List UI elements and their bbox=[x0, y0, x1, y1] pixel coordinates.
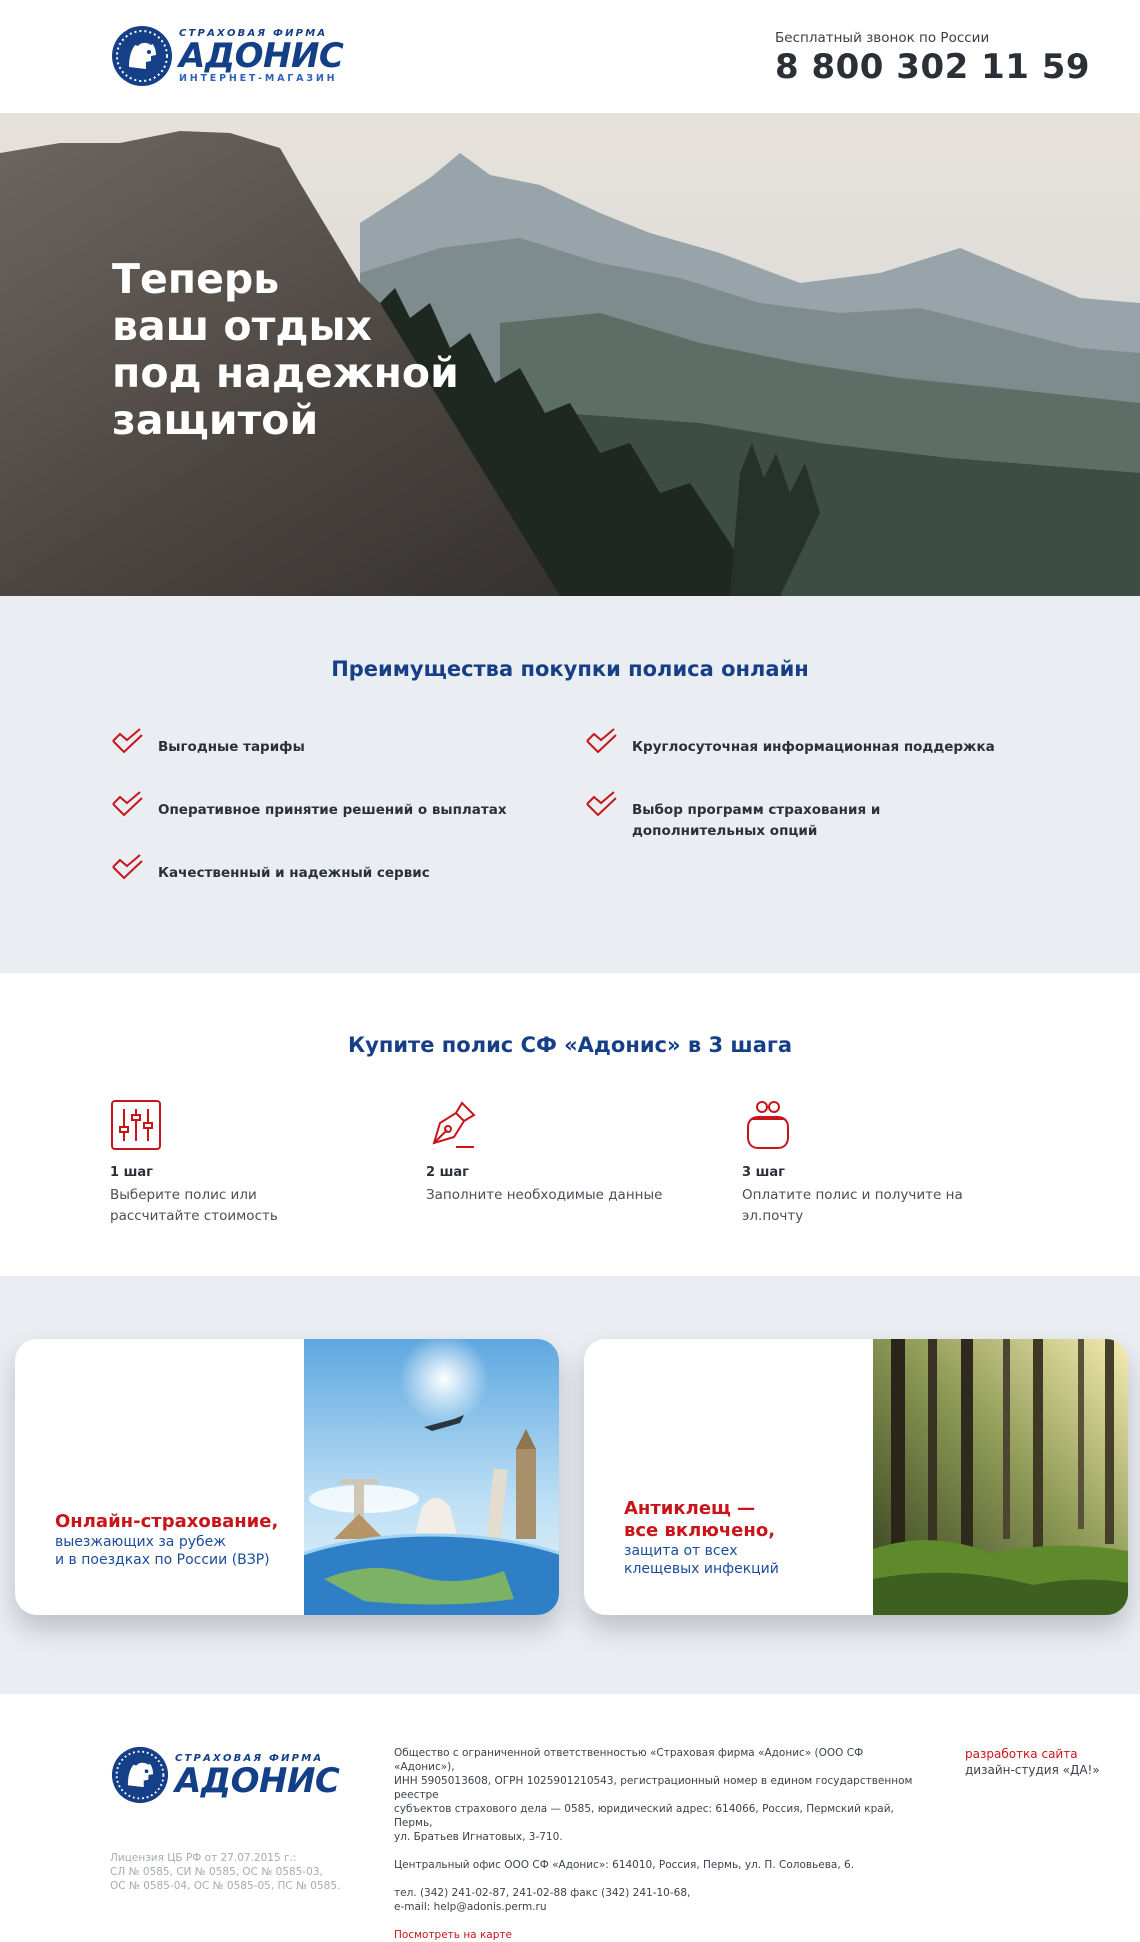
step-item: 3 шаг Оплатите полис и получите на эл.по… bbox=[742, 1099, 1022, 1227]
check-heart-icon bbox=[586, 728, 617, 754]
advantage-label: Выгодные тарифы bbox=[158, 739, 305, 755]
footer-logo[interactable]: СТРАХОВАЯ ФИРМА АДОНИС bbox=[111, 1746, 340, 1804]
advantages-title: Преимущества покупки полиса онлайн bbox=[331, 657, 809, 681]
advantage-item: Оперативное принятие решений о выплатах bbox=[110, 790, 538, 821]
hero-title-line: защитой bbox=[112, 396, 319, 444]
step-item: 1 шаг Выберите полис или рассчитайте сто… bbox=[110, 1099, 390, 1227]
site-header: СТРАХОВАЯ ФИРМА АДОНИС ИНТЕРНЕТ-МАГАЗИН … bbox=[0, 0, 1140, 113]
step-text: Заполните необходимые данные bbox=[426, 1187, 663, 1203]
step-text: Выберите полис или рассчитайте стоимость bbox=[110, 1187, 278, 1224]
step-number: 3 шаг bbox=[742, 1165, 785, 1180]
company-line: субъектов страхового дела — 0585, юридич… bbox=[394, 1803, 894, 1829]
product-card-travel[interactable]: Онлайн-страхование, выезжающих за рубеж … bbox=[15, 1339, 559, 1615]
check-heart-icon bbox=[112, 854, 143, 880]
contact-email[interactable]: e-mail: help@adonis.perm.ru bbox=[394, 1900, 914, 1914]
company-legal: Общество с ограниченной ответственностью… bbox=[394, 1746, 914, 1844]
logo-subtitle: ИНТЕРНЕТ-МАГАЗИН bbox=[179, 73, 338, 84]
developer-link[interactable]: разработка сайта bbox=[965, 1746, 1100, 1762]
phone-caption: Бесплатный звонок по России bbox=[775, 30, 990, 46]
travel-landmarks-image bbox=[304, 1339, 559, 1615]
site-footer: СТРАХОВАЯ ФИРМА АДОНИС Лицензия ЦБ РФ от… bbox=[0, 1694, 1140, 1941]
hero-title-line: ваш отдых bbox=[112, 302, 372, 350]
steps-section: Купите полис СФ «Адонис» в 3 шага 1 шаг … bbox=[0, 973, 1140, 1276]
step-number: 2 шаг bbox=[426, 1165, 469, 1180]
logo-name: АДОНИС bbox=[179, 36, 344, 76]
advantage-label: Круглосуточная информационная поддержка bbox=[632, 739, 995, 755]
hero-title-line: Теперь bbox=[112, 255, 280, 303]
sliders-icon bbox=[111, 1100, 161, 1150]
advantage-label: Выбор программ страхования и дополнитель… bbox=[632, 802, 881, 839]
pen-icon bbox=[432, 1101, 476, 1148]
company-line: Общество с ограниченной ответственностью… bbox=[394, 1747, 864, 1773]
advantage-item: Выгодные тарифы bbox=[110, 727, 538, 758]
company-info: Общество с ограниченной ответственностью… bbox=[394, 1746, 914, 1942]
map-link[interactable]: Посмотреть на карте bbox=[394, 1928, 914, 1942]
card-subtitle: выезжающих за рубеж bbox=[55, 1534, 226, 1550]
card-title: все включено, bbox=[624, 1520, 776, 1541]
phone-block: Бесплатный звонок по России 8 800 302 11… bbox=[775, 30, 1090, 87]
company-line: ИНН 5905013608, ОГРН 1025901210543, реги… bbox=[394, 1775, 913, 1801]
card-title: Онлайн-страхование, bbox=[55, 1511, 279, 1532]
card-text: Онлайн-страхование, выезжающих за рубеж … bbox=[55, 1511, 278, 1569]
sunlit-forest-image bbox=[873, 1339, 1128, 1615]
check-heart-icon bbox=[112, 791, 143, 817]
card-subtitle: и в поездках по России (ВЗР) bbox=[55, 1552, 270, 1568]
product-card-tick[interactable]: Антиклещ — все включено, защита от всех … bbox=[584, 1339, 1128, 1615]
developer-credit: разработка сайта дизайн-студия «ДА!» bbox=[965, 1746, 1100, 1778]
advantage-label: Качественный и надежный сервис bbox=[158, 865, 430, 881]
phone-number-link[interactable]: 8 800 302 11 59 bbox=[775, 47, 1090, 87]
site-logo[interactable]: СТРАХОВАЯ ФИРМА АДОНИС ИНТЕРНЕТ-МАГАЗИН bbox=[111, 25, 344, 87]
license-info: Лицензия ЦБ РФ от 27.07.2015 г.: СЛ № 05… bbox=[110, 1851, 360, 1893]
contact-phones: тел. (342) 241-02-87, 241-02-88 факс (34… bbox=[394, 1887, 691, 1899]
helmet-emblem-icon bbox=[112, 26, 172, 86]
check-heart-icon bbox=[586, 791, 617, 817]
hero-banner: Теперь ваш отдых под надежной защитой bbox=[0, 113, 1140, 596]
developer-studio: дизайн-студия «ДА!» bbox=[965, 1763, 1100, 1777]
license-line: ОС № 0585-04, ОС № 0585-05, ПС № 0585. bbox=[110, 1880, 341, 1892]
advantages-section: Преимущества покупки полиса онлайн Выгод… bbox=[0, 596, 1140, 973]
hero-title-line: под надежной bbox=[112, 349, 459, 397]
step-number: 1 шаг bbox=[110, 1165, 153, 1180]
wallet-icon bbox=[747, 1101, 789, 1149]
logo-name: АДОНИС bbox=[175, 1760, 340, 1801]
advantage-item: Качественный и надежный сервис bbox=[110, 853, 538, 884]
company-line: ул. Братьев Игнатовых, 3-710. bbox=[394, 1831, 563, 1843]
card-subtitle: клещевых инфекций bbox=[624, 1561, 779, 1577]
card-title: Антиклещ — bbox=[624, 1498, 756, 1519]
license-line: СЛ № 0585, СИ № 0585, ОС № 0585-03, bbox=[110, 1866, 323, 1878]
office-address: Центральный офис ООО СФ «Адонис»: 614010… bbox=[394, 1859, 855, 1871]
step-item: 2 шаг Заполните необходимые данные bbox=[426, 1099, 706, 1206]
step-text: Оплатите полис и получите на эл.почту bbox=[742, 1187, 963, 1224]
products-section: Онлайн-страхование, выезжающих за рубеж … bbox=[0, 1276, 1140, 1694]
check-heart-icon bbox=[112, 728, 143, 754]
contacts: тел. (342) 241-02-87, 241-02-88 факс (34… bbox=[394, 1886, 914, 1914]
card-subtitle: защита от всех bbox=[624, 1543, 738, 1559]
advantage-item: Круглосуточная информационная поддержка bbox=[584, 727, 1012, 758]
card-text: Антиклещ — все включено, защита от всех … bbox=[624, 1498, 779, 1578]
advantage-item: Выбор программ страхования и дополнитель… bbox=[584, 790, 992, 842]
advantage-label: Оперативное принятие решений о выплатах bbox=[158, 802, 507, 818]
helmet-emblem-icon bbox=[111, 1746, 169, 1804]
steps-title: Купите полис СФ «Адонис» в 3 шага bbox=[347, 1033, 793, 1057]
hero-title: Теперь ваш отдых под надежной защитой bbox=[112, 256, 532, 444]
license-line: Лицензия ЦБ РФ от 27.07.2015 г.: bbox=[110, 1852, 297, 1864]
